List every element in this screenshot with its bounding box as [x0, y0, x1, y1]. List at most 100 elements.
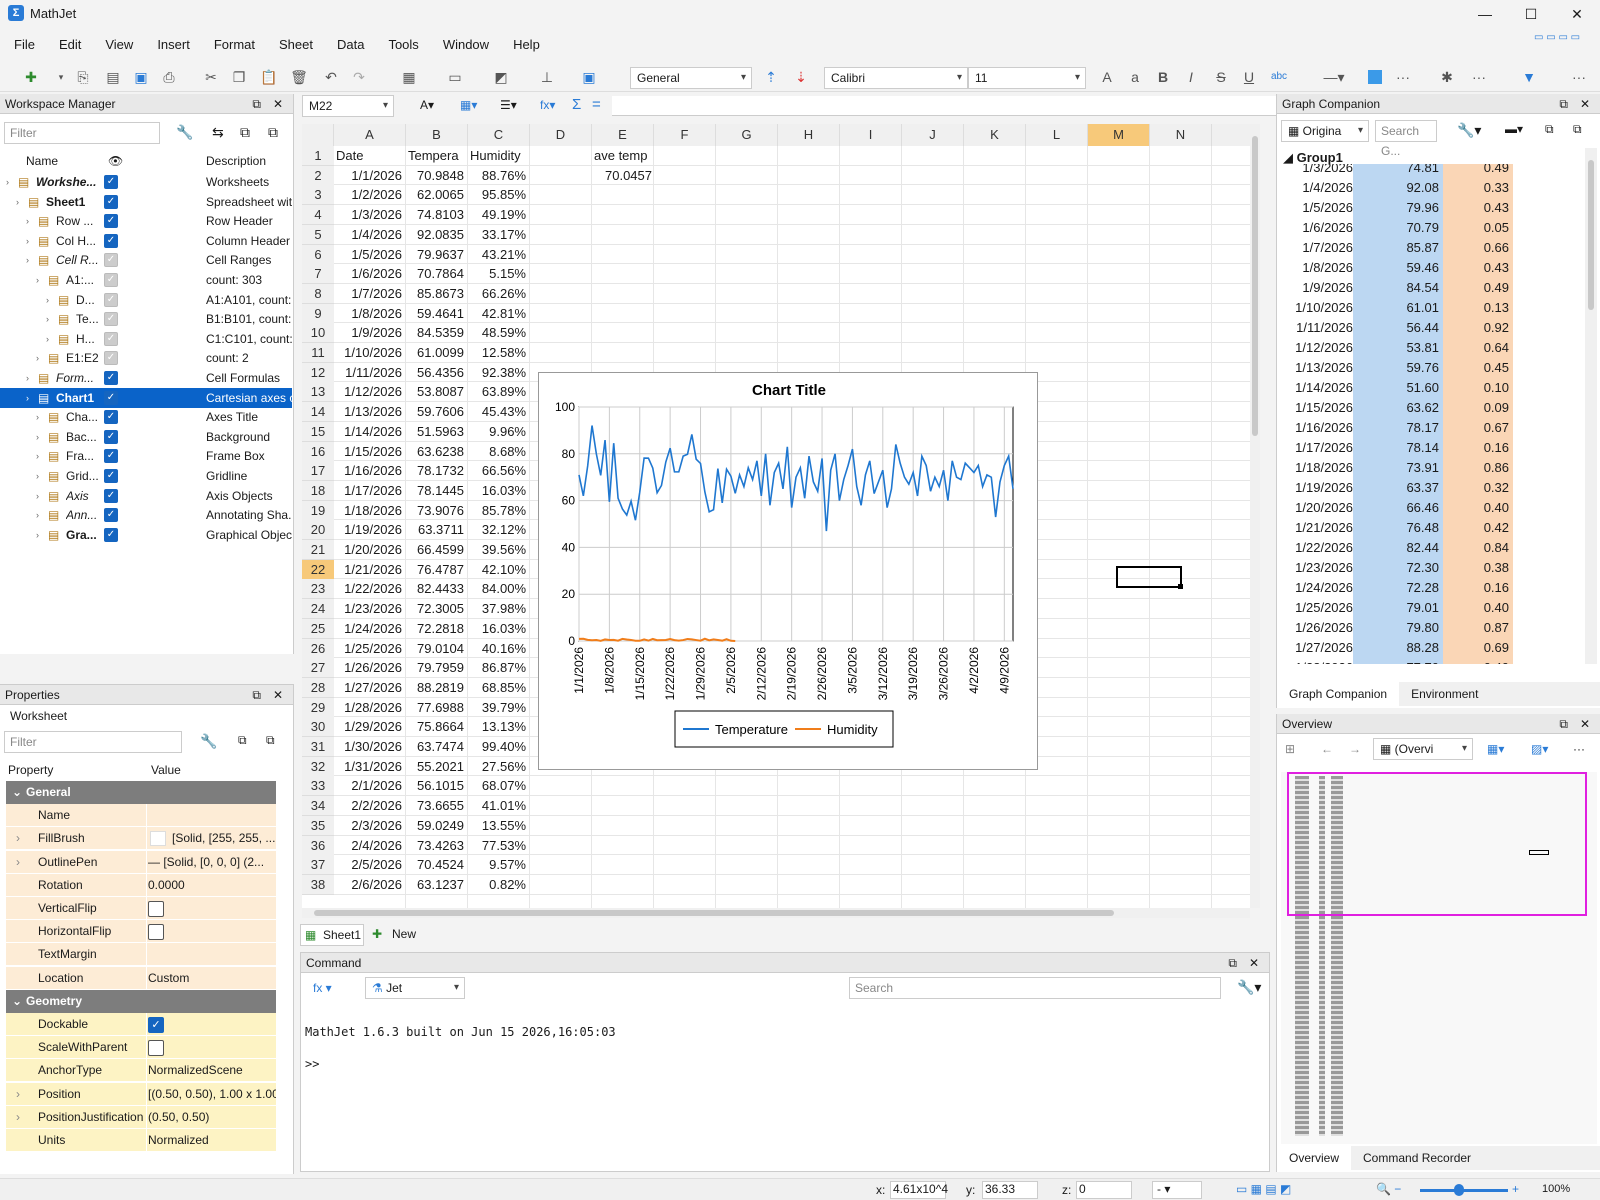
close-icon[interactable]: ✕ — [1554, 0, 1600, 28]
column-header-g[interactable]: G — [716, 124, 778, 146]
visibility-checkbox[interactable]: ✓ — [104, 508, 118, 523]
undo-icon[interactable]: ↶ — [322, 68, 340, 86]
tab-new[interactable]: ✚ New — [368, 924, 428, 946]
row-header[interactable]: 10 — [302, 323, 334, 344]
cell[interactable]: 1/22/2026 — [334, 579, 402, 599]
align-icon[interactable]: ⊥ — [538, 68, 556, 86]
menu-view[interactable]: View — [91, 34, 143, 52]
table-row[interactable]: 1/4/2026 92.08 0.33 — [1277, 178, 1577, 198]
expand-icon[interactable]: ⧉ — [266, 733, 275, 748]
print-icon[interactable]: ⎙ — [160, 68, 178, 86]
column-header-j[interactable]: J — [902, 124, 964, 146]
number-format-select[interactable]: General ▾ — [630, 67, 752, 89]
row-header[interactable]: 29 — [302, 697, 334, 718]
table-row[interactable]: 1/27/2026 88.28 0.69 — [1277, 638, 1577, 658]
row-header[interactable]: 37 — [302, 855, 334, 876]
cell[interactable]: 68.85% — [468, 678, 526, 698]
cell[interactable]: 1/9/2026 — [334, 323, 402, 343]
workspace-filter-input[interactable]: Filter — [4, 122, 160, 144]
table-row[interactable]: 1/22/2026 82.44 0.84 — [1277, 538, 1577, 558]
wrench-icon[interactable]: 🔧 — [176, 124, 193, 141]
comment-icon[interactable]: ▭ — [446, 68, 464, 86]
wrench-icon[interactable]: 🔧▾ — [1237, 979, 1261, 996]
cell[interactable]: 84.5359 — [406, 323, 464, 343]
shrink-font-icon[interactable]: a — [1126, 68, 1144, 86]
more-icon[interactable]: ··· — [1394, 68, 1412, 86]
cell[interactable]: 1/23/2026 — [334, 599, 402, 619]
filter-icon[interactable]: ▼ — [1520, 68, 1538, 86]
sum-icon[interactable]: Σ — [572, 96, 581, 113]
table-row[interactable]: 1/15/2026 63.62 0.09 — [1277, 398, 1577, 418]
vertical-scrollbar[interactable] — [1585, 148, 1597, 664]
cell[interactable]: 63.89% — [468, 382, 526, 402]
minimize-icon[interactable]: — — [1462, 0, 1508, 28]
table-row[interactable]: 1/13/2026 59.76 0.45 — [1277, 358, 1577, 378]
fit-icon[interactable]: ⊞ — [1285, 742, 1295, 756]
expand-arrow-icon[interactable]: › — [46, 309, 49, 329]
tree-item[interactable]: › ▤ Form... ✓ Cell Formulas — [0, 368, 292, 388]
visibility-checkbox[interactable]: ✓ — [104, 273, 118, 287]
expand-arrow-icon[interactable]: › — [6, 172, 9, 192]
row-header[interactable]: 17 — [302, 461, 334, 482]
cell[interactable]: 1/6/2026 — [334, 264, 402, 284]
row-header[interactable]: 25 — [302, 618, 334, 639]
row-header[interactable]: 19 — [302, 500, 334, 521]
row-header[interactable]: 2 — [302, 165, 334, 186]
row-header[interactable]: 33 — [302, 776, 334, 797]
cell[interactable]: 95.85% — [468, 185, 526, 205]
property-value[interactable]: Custom — [148, 967, 189, 989]
cell[interactable]: 1/10/2026 — [334, 343, 402, 363]
cell[interactable]: 1/3/2026 — [334, 205, 402, 225]
menu-tools[interactable]: Tools — [374, 34, 428, 52]
cell[interactable]: 1/11/2026 — [334, 363, 402, 383]
cell[interactable]: 1/12/2026 — [334, 382, 402, 402]
cell[interactable]: 74.8103 — [406, 205, 464, 225]
tree-item[interactable]: › ▤ Bac... ✓ Background — [0, 427, 292, 447]
row-header[interactable]: 35 — [302, 815, 334, 836]
cell[interactable]: 32.12% — [468, 520, 526, 540]
row-header[interactable]: 6 — [302, 244, 334, 265]
cell[interactable]: 85.78% — [468, 501, 526, 521]
table-row[interactable]: 1/11/2026 56.44 0.92 — [1277, 318, 1577, 338]
expand-arrow-icon[interactable]: › — [46, 290, 49, 310]
menu-window[interactable]: Window — [429, 34, 499, 52]
cell[interactable]: 53.8087 — [406, 382, 464, 402]
select-all-corner[interactable] — [302, 124, 334, 146]
tree-item[interactable]: › ▤ Workshe... ✓ Worksheets — [0, 172, 292, 192]
cell[interactable]: 12.58% — [468, 343, 526, 363]
table-row[interactable]: 1/18/2026 73.91 0.86 — [1277, 458, 1577, 478]
visibility-checkbox[interactable]: ✓ — [104, 390, 118, 405]
cell[interactable]: 1/21/2026 — [334, 560, 402, 580]
cell[interactable]: 1/14/2026 — [334, 422, 402, 442]
overview-select[interactable]: ▦ (Overvi ▾ — [1373, 738, 1473, 760]
expand-arrow-icon[interactable]: › — [36, 466, 39, 486]
cell[interactable]: 1/1/2026 — [334, 166, 402, 186]
cell[interactable]: 13.55% — [468, 816, 526, 836]
cell[interactable]: 72.3005 — [406, 599, 464, 619]
property-row[interactable]: ScaleWithParent — [6, 1036, 276, 1060]
borders-icon[interactable]: ☰▾ — [500, 98, 517, 112]
spellcheck-icon[interactable]: abc — [1270, 68, 1288, 86]
row-header[interactable]: 3 — [302, 185, 334, 206]
cell[interactable]: 1/5/2026 — [334, 245, 402, 265]
visibility-checkbox[interactable]: ✓ — [104, 292, 118, 307]
expand-arrow-icon[interactable]: › — [36, 427, 39, 447]
collapse-icon[interactable]: ⧉ — [240, 124, 250, 141]
cell[interactable]: 73.4263 — [406, 836, 464, 856]
chart1[interactable]: Chart Title 0 20 40 60 80 100 1/1/2026 1/8/2026 1… — [538, 372, 1038, 770]
redo-icon[interactable]: ↷ — [350, 68, 368, 86]
tree-item[interactable]: › ▤ Te... ✓ B1:B101, count: ... — [0, 309, 292, 329]
expand-arrow-icon[interactable]: › — [16, 1106, 20, 1128]
close-icon[interactable]: ✕ — [1249, 953, 1259, 973]
properties-filter-input[interactable]: Filter — [4, 731, 182, 753]
menu-edit[interactable]: Edit — [45, 34, 91, 52]
expand-arrow-icon[interactable]: › — [46, 329, 49, 349]
visibility-checkbox[interactable]: ✓ — [104, 527, 118, 542]
visibility-checkbox[interactable]: ✓ — [104, 312, 118, 327]
column-header-b[interactable]: B — [406, 124, 468, 146]
row-header[interactable]: 1 — [302, 146, 334, 166]
row-header[interactable]: 9 — [302, 303, 334, 324]
property-checkbox[interactable] — [148, 901, 164, 917]
selected-cell[interactable] — [1116, 566, 1182, 588]
tree-item[interactable]: › ▤ Sheet1 ✓ Spreadsheet wit... — [0, 192, 292, 212]
